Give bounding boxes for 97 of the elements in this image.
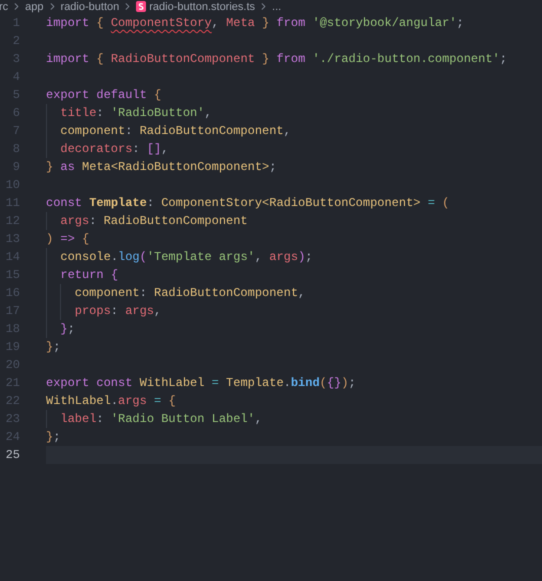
type-name: RadioButtonComponent — [140, 124, 284, 138]
breadcrumb-folder[interactable]: radio-button — [60, 0, 120, 12]
punctuation: , — [212, 16, 219, 30]
type-name: WithLabel — [140, 376, 204, 390]
operator: = — [154, 394, 162, 408]
type-name: RadioButtonComponent — [104, 214, 248, 228]
punctuation: , — [254, 250, 262, 264]
punctuation: : — [96, 412, 104, 426]
bracket: [] — [146, 142, 162, 156]
bracket: } — [60, 322, 68, 336]
line-number: 25 — [4, 448, 20, 462]
punctuation: : — [89, 214, 96, 228]
keyword: from — [276, 52, 306, 66]
punctuation: : — [146, 196, 154, 210]
punctuation: ; — [68, 322, 75, 336]
bracket: ( — [320, 376, 327, 390]
punctuation: , — [154, 304, 162, 318]
punctuation: , — [254, 412, 262, 426]
error-identifier: ComponentStory — [110, 16, 212, 30]
punctuation: ; — [269, 160, 276, 174]
punctuation: . — [284, 376, 291, 390]
breadcrumb-file[interactable]: radio-button.stories.ts — [149, 0, 256, 12]
keyword: import — [46, 16, 90, 30]
bracket: } — [46, 430, 54, 444]
function-name: log — [118, 250, 140, 264]
string-literal: './radio-button.component' — [312, 52, 500, 66]
bracket: { — [96, 16, 104, 30]
type-name: ComponentStory<RadioButtonComponent> — [161, 196, 420, 210]
string-literal: 'Template args' — [146, 250, 255, 264]
property-name: decorators — [60, 142, 132, 156]
keyword: const — [46, 196, 82, 210]
punctuation: ; — [348, 376, 356, 390]
keyword: export default — [46, 88, 147, 102]
type-name: Meta<RadioButtonComponent> — [82, 160, 270, 174]
punctuation: : — [96, 106, 104, 120]
bracket: { — [154, 88, 162, 102]
keyword: return — [60, 268, 104, 282]
bracket: {} — [326, 376, 342, 390]
punctuation: , — [298, 286, 306, 300]
type-name: Template — [226, 376, 284, 390]
bracket: { — [82, 232, 90, 246]
property-name: args — [60, 214, 90, 228]
keyword: import — [46, 52, 90, 66]
keyword: export const — [46, 376, 132, 390]
punctuation: ; — [456, 16, 464, 30]
keyword: => — [60, 232, 75, 246]
string-literal: 'RadioButton' — [110, 106, 204, 120]
punctuation: , — [204, 106, 212, 120]
property-name: args — [125, 304, 154, 318]
punctuation: , — [284, 124, 291, 138]
type-name: RadioButtonComponent — [154, 286, 298, 300]
property-name: title — [60, 106, 96, 120]
punctuation: : — [140, 286, 147, 300]
punctuation: . — [110, 394, 118, 408]
punctuation: ; — [305, 250, 312, 264]
breadcrumb-more[interactable]: ... — [272, 0, 282, 12]
punctuation: , — [161, 142, 168, 156]
declaration-name: Template — [89, 196, 147, 210]
property-name: args — [118, 394, 147, 408]
storybook-file-icon — [136, 1, 146, 12]
breadcrumb-folder[interactable]: app — [25, 0, 44, 12]
keyword: from — [276, 16, 306, 30]
bracket: } — [262, 52, 270, 66]
bracket: { — [110, 268, 118, 282]
punctuation: ; — [53, 340, 60, 354]
punctuation: ; — [53, 430, 60, 444]
punctuation: : — [132, 142, 140, 156]
bracket: ) — [46, 232, 54, 246]
bracket: ( — [140, 250, 147, 264]
identifier: RadioButtonComponent — [110, 52, 255, 66]
punctuation: . — [110, 250, 118, 264]
string-literal: 'Radio Button Label' — [110, 412, 255, 426]
bracket: } — [46, 340, 54, 354]
string-literal: '@storybook/angular' — [312, 16, 457, 30]
property-name: label — [60, 412, 96, 426]
breadcrumb-folder[interactable]: rc — [0, 0, 8, 12]
punctuation: ; — [500, 52, 507, 66]
function-name: bind — [290, 376, 320, 390]
punctuation: : — [125, 124, 132, 138]
type-name: WithLabel — [46, 394, 111, 408]
keyword: as — [60, 160, 75, 174]
bracket: ) — [341, 376, 348, 390]
bracket: ) — [298, 250, 306, 264]
bracket: } — [46, 160, 54, 174]
property-name: props — [74, 304, 111, 318]
property-name: args — [269, 250, 298, 264]
bracket: } — [262, 16, 270, 30]
operator: = — [428, 196, 435, 210]
identifier: Meta — [226, 16, 255, 30]
type-name: console — [60, 250, 111, 264]
type-name: component — [60, 124, 126, 138]
type-name: component — [74, 286, 140, 300]
operator: = — [212, 376, 219, 390]
bracket: { — [96, 52, 104, 66]
bracket: { — [168, 394, 176, 408]
bracket: ( — [442, 196, 450, 210]
punctuation: : — [110, 304, 118, 318]
